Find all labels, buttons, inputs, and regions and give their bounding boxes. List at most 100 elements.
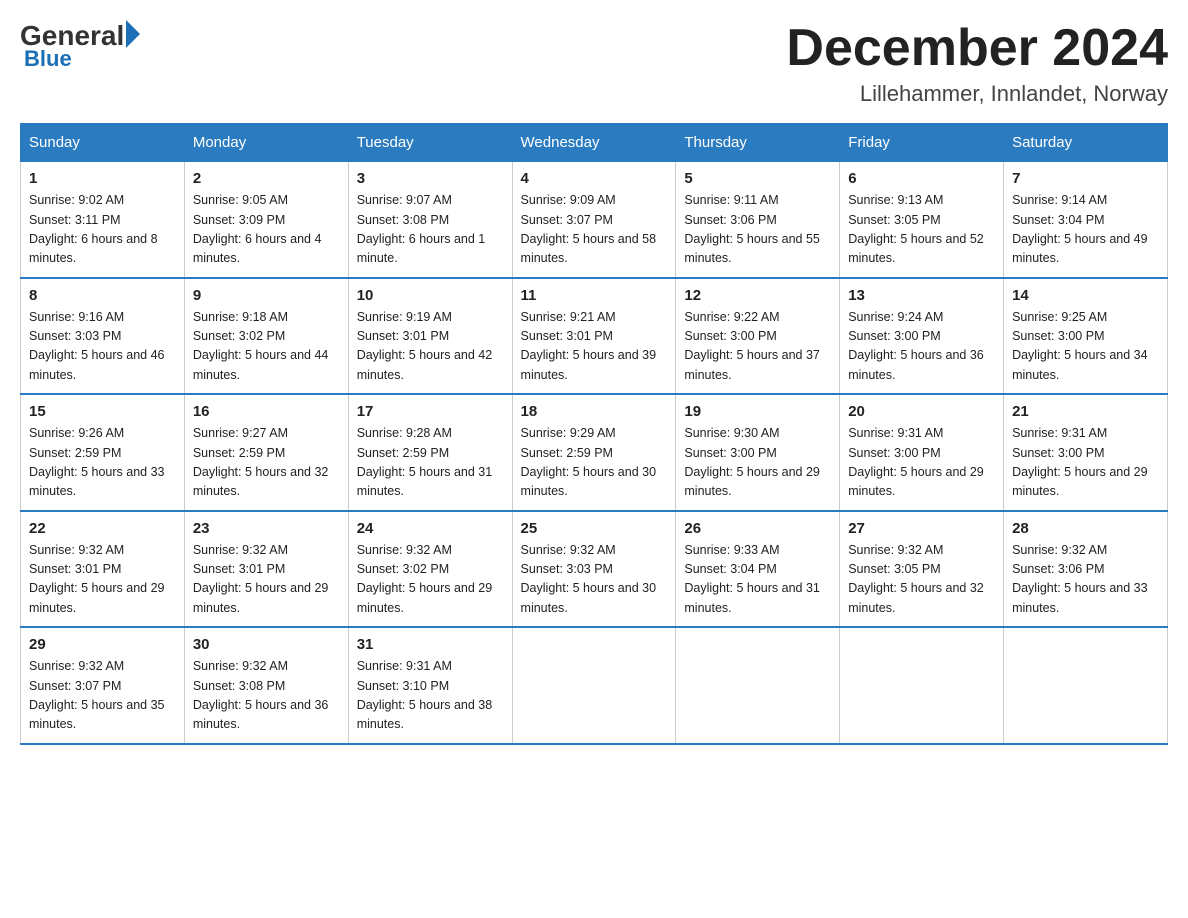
day-info: Sunrise: 9:33 AM Sunset: 3:04 PM Dayligh… [684, 541, 831, 619]
day-number: 9 [193, 287, 340, 304]
calendar-cell: 12 Sunrise: 9:22 AM Sunset: 3:00 PM Dayl… [676, 278, 840, 395]
day-number: 21 [1012, 403, 1159, 420]
day-number: 11 [521, 287, 668, 304]
calendar-cell: 3 Sunrise: 9:07 AM Sunset: 3:08 PM Dayli… [348, 162, 512, 278]
day-info: Sunrise: 9:31 AM Sunset: 3:10 PM Dayligh… [357, 657, 504, 735]
day-number: 30 [193, 636, 340, 653]
calendar-header-row: Sunday Monday Tuesday Wednesday Thursday… [21, 124, 1168, 162]
calendar-cell: 11 Sunrise: 9:21 AM Sunset: 3:01 PM Dayl… [512, 278, 676, 395]
calendar-cell: 9 Sunrise: 9:18 AM Sunset: 3:02 PM Dayli… [184, 278, 348, 395]
day-number: 8 [29, 287, 176, 304]
logo: General Blue [20, 20, 140, 72]
day-info: Sunrise: 9:30 AM Sunset: 3:00 PM Dayligh… [684, 424, 831, 502]
day-number: 6 [848, 170, 995, 187]
calendar-cell: 28 Sunrise: 9:32 AM Sunset: 3:06 PM Dayl… [1004, 511, 1168, 628]
col-saturday: Saturday [1004, 124, 1168, 162]
calendar-cell: 13 Sunrise: 9:24 AM Sunset: 3:00 PM Dayl… [840, 278, 1004, 395]
day-number: 5 [684, 170, 831, 187]
day-info: Sunrise: 9:16 AM Sunset: 3:03 PM Dayligh… [29, 308, 176, 386]
col-wednesday: Wednesday [512, 124, 676, 162]
calendar-cell: 5 Sunrise: 9:11 AM Sunset: 3:06 PM Dayli… [676, 162, 840, 278]
day-number: 26 [684, 520, 831, 537]
week-row-3: 15 Sunrise: 9:26 AM Sunset: 2:59 PM Dayl… [21, 394, 1168, 511]
week-row-1: 1 Sunrise: 9:02 AM Sunset: 3:11 PM Dayli… [21, 162, 1168, 278]
month-title: December 2024 [786, 20, 1168, 77]
calendar-cell: 14 Sunrise: 9:25 AM Sunset: 3:00 PM Dayl… [1004, 278, 1168, 395]
day-info: Sunrise: 9:32 AM Sunset: 3:01 PM Dayligh… [193, 541, 340, 619]
day-info: Sunrise: 9:29 AM Sunset: 2:59 PM Dayligh… [521, 424, 668, 502]
day-info: Sunrise: 9:27 AM Sunset: 2:59 PM Dayligh… [193, 424, 340, 502]
calendar-cell: 24 Sunrise: 9:32 AM Sunset: 3:02 PM Dayl… [348, 511, 512, 628]
day-number: 13 [848, 287, 995, 304]
calendar-cell: 20 Sunrise: 9:31 AM Sunset: 3:00 PM Dayl… [840, 394, 1004, 511]
day-info: Sunrise: 9:05 AM Sunset: 3:09 PM Dayligh… [193, 191, 340, 269]
day-number: 16 [193, 403, 340, 420]
col-friday: Friday [840, 124, 1004, 162]
day-info: Sunrise: 9:14 AM Sunset: 3:04 PM Dayligh… [1012, 191, 1159, 269]
day-number: 7 [1012, 170, 1159, 187]
day-number: 17 [357, 403, 504, 420]
day-number: 31 [357, 636, 504, 653]
calendar-cell: 21 Sunrise: 9:31 AM Sunset: 3:00 PM Dayl… [1004, 394, 1168, 511]
calendar-cell [512, 627, 676, 744]
day-number: 3 [357, 170, 504, 187]
day-number: 28 [1012, 520, 1159, 537]
calendar-cell: 4 Sunrise: 9:09 AM Sunset: 3:07 PM Dayli… [512, 162, 676, 278]
calendar-cell: 2 Sunrise: 9:05 AM Sunset: 3:09 PM Dayli… [184, 162, 348, 278]
calendar-cell: 23 Sunrise: 9:32 AM Sunset: 3:01 PM Dayl… [184, 511, 348, 628]
day-info: Sunrise: 9:28 AM Sunset: 2:59 PM Dayligh… [357, 424, 504, 502]
col-tuesday: Tuesday [348, 124, 512, 162]
day-info: Sunrise: 9:32 AM Sunset: 3:03 PM Dayligh… [521, 541, 668, 619]
col-sunday: Sunday [21, 124, 185, 162]
calendar-cell [676, 627, 840, 744]
title-area: December 2024 Lillehammer, Innlandet, No… [786, 20, 1168, 107]
day-info: Sunrise: 9:32 AM Sunset: 3:06 PM Dayligh… [1012, 541, 1159, 619]
calendar-cell: 10 Sunrise: 9:19 AM Sunset: 3:01 PM Dayl… [348, 278, 512, 395]
page-header: General Blue December 2024 Lillehammer, … [20, 20, 1168, 107]
day-info: Sunrise: 9:31 AM Sunset: 3:00 PM Dayligh… [1012, 424, 1159, 502]
day-number: 29 [29, 636, 176, 653]
day-number: 20 [848, 403, 995, 420]
day-info: Sunrise: 9:32 AM Sunset: 3:01 PM Dayligh… [29, 541, 176, 619]
day-info: Sunrise: 9:32 AM Sunset: 3:02 PM Dayligh… [357, 541, 504, 619]
calendar-cell: 16 Sunrise: 9:27 AM Sunset: 2:59 PM Dayl… [184, 394, 348, 511]
calendar-cell: 15 Sunrise: 9:26 AM Sunset: 2:59 PM Dayl… [21, 394, 185, 511]
calendar-cell: 27 Sunrise: 9:32 AM Sunset: 3:05 PM Dayl… [840, 511, 1004, 628]
week-row-2: 8 Sunrise: 9:16 AM Sunset: 3:03 PM Dayli… [21, 278, 1168, 395]
day-number: 22 [29, 520, 176, 537]
day-info: Sunrise: 9:25 AM Sunset: 3:00 PM Dayligh… [1012, 308, 1159, 386]
calendar-cell: 29 Sunrise: 9:32 AM Sunset: 3:07 PM Dayl… [21, 627, 185, 744]
col-thursday: Thursday [676, 124, 840, 162]
day-info: Sunrise: 9:26 AM Sunset: 2:59 PM Dayligh… [29, 424, 176, 502]
calendar-cell: 6 Sunrise: 9:13 AM Sunset: 3:05 PM Dayli… [840, 162, 1004, 278]
day-number: 2 [193, 170, 340, 187]
day-number: 18 [521, 403, 668, 420]
calendar-cell: 17 Sunrise: 9:28 AM Sunset: 2:59 PM Dayl… [348, 394, 512, 511]
day-info: Sunrise: 9:21 AM Sunset: 3:01 PM Dayligh… [521, 308, 668, 386]
day-info: Sunrise: 9:32 AM Sunset: 3:05 PM Dayligh… [848, 541, 995, 619]
logo-blue-text: Blue [24, 46, 72, 72]
calendar-cell [840, 627, 1004, 744]
day-number: 10 [357, 287, 504, 304]
week-row-5: 29 Sunrise: 9:32 AM Sunset: 3:07 PM Dayl… [21, 627, 1168, 744]
calendar-cell: 26 Sunrise: 9:33 AM Sunset: 3:04 PM Dayl… [676, 511, 840, 628]
location-title: Lillehammer, Innlandet, Norway [786, 81, 1168, 107]
calendar-cell: 22 Sunrise: 9:32 AM Sunset: 3:01 PM Dayl… [21, 511, 185, 628]
calendar-cell: 18 Sunrise: 9:29 AM Sunset: 2:59 PM Dayl… [512, 394, 676, 511]
logo-triangle-icon [126, 20, 140, 48]
day-info: Sunrise: 9:07 AM Sunset: 3:08 PM Dayligh… [357, 191, 504, 269]
calendar-cell: 25 Sunrise: 9:32 AM Sunset: 3:03 PM Dayl… [512, 511, 676, 628]
day-number: 27 [848, 520, 995, 537]
day-number: 25 [521, 520, 668, 537]
calendar-cell: 31 Sunrise: 9:31 AM Sunset: 3:10 PM Dayl… [348, 627, 512, 744]
col-monday: Monday [184, 124, 348, 162]
day-info: Sunrise: 9:31 AM Sunset: 3:00 PM Dayligh… [848, 424, 995, 502]
day-info: Sunrise: 9:18 AM Sunset: 3:02 PM Dayligh… [193, 308, 340, 386]
day-info: Sunrise: 9:19 AM Sunset: 3:01 PM Dayligh… [357, 308, 504, 386]
calendar-cell [1004, 627, 1168, 744]
day-info: Sunrise: 9:32 AM Sunset: 3:07 PM Dayligh… [29, 657, 176, 735]
day-number: 12 [684, 287, 831, 304]
day-info: Sunrise: 9:02 AM Sunset: 3:11 PM Dayligh… [29, 191, 176, 269]
calendar-cell: 7 Sunrise: 9:14 AM Sunset: 3:04 PM Dayli… [1004, 162, 1168, 278]
day-number: 19 [684, 403, 831, 420]
